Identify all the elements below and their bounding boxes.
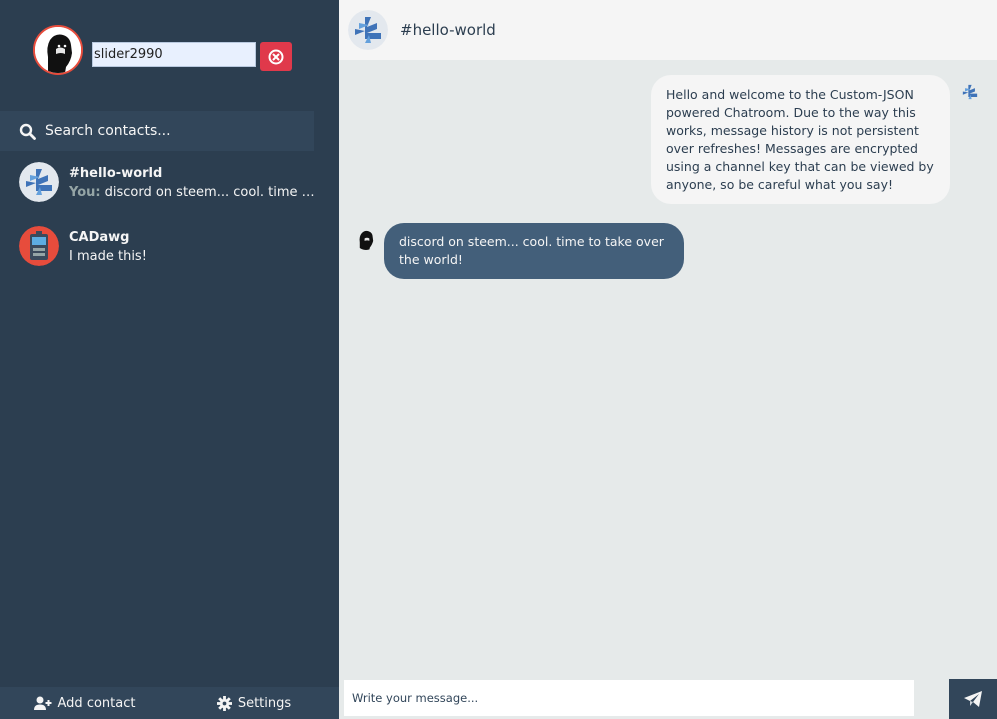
user-plus-icon [33, 696, 52, 710]
bearded-man-avatar-icon [35, 27, 81, 73]
gear-icon [216, 695, 232, 711]
message-input[interactable] [344, 680, 914, 716]
profile-section [0, 0, 339, 110]
chat-panel: #hello-world Hello and welcome to the Cu… [339, 0, 997, 719]
sidebar-bottom-bar: Add contact Settings [0, 687, 339, 719]
message-composer [339, 679, 997, 719]
robot-avatar [19, 226, 59, 266]
send-button[interactable] [949, 679, 997, 719]
search-bar [0, 111, 339, 151]
contact-name: #hello-world [69, 166, 163, 181]
logout-button[interactable] [260, 42, 292, 71]
search-bar-edge [314, 111, 339, 151]
add-contact-button[interactable]: Add contact [0, 687, 169, 719]
message-bubble-sent: discord on steem... cool. time to take o… [384, 223, 684, 279]
steem-logo-avatar [19, 162, 59, 202]
contact-preview: I made this! [69, 249, 147, 264]
times-circle-icon [268, 49, 284, 64]
you-label: You: [69, 185, 101, 200]
sidebar: #hello-world You:discord on steem... coo… [0, 0, 339, 719]
steem-logo-icon [348, 10, 388, 50]
search-icon [19, 123, 36, 140]
contact-item-cadawg[interactable]: CADawg I made this! [0, 216, 339, 276]
message-avatar-steem [959, 81, 981, 103]
contact-name: CADawg [69, 230, 130, 245]
chat-app: #hello-world You:discord on steem... coo… [0, 0, 997, 719]
paper-plane-icon [964, 691, 982, 707]
contact-preview: You:discord on steem... cool. time to ta… [69, 185, 319, 200]
channel-avatar [348, 10, 388, 50]
channel-name: #hello-world [400, 21, 496, 39]
profile-avatar[interactable] [33, 25, 83, 75]
contact-item-hello-world[interactable]: #hello-world You: discord on steem... coo… [0, 152, 339, 212]
search-input[interactable] [45, 119, 307, 143]
contact-preview-text: discord on steem... cool. time to take o… [104, 185, 319, 200]
message-bubble-received: Hello and welcome to the Custom-JSON pow… [651, 75, 950, 204]
robot-avatar-icon [19, 226, 59, 266]
message-avatar-user [355, 228, 377, 250]
steem-logo-icon [962, 84, 978, 100]
username-input[interactable] [92, 42, 256, 67]
settings-button[interactable]: Settings [169, 687, 339, 719]
settings-label: Settings [237, 695, 292, 711]
add-contact-label: Add contact [57, 695, 136, 711]
chat-header: #hello-world [339, 0, 997, 60]
bearded-man-avatar-icon [355, 228, 377, 250]
steem-logo-icon [19, 162, 59, 202]
